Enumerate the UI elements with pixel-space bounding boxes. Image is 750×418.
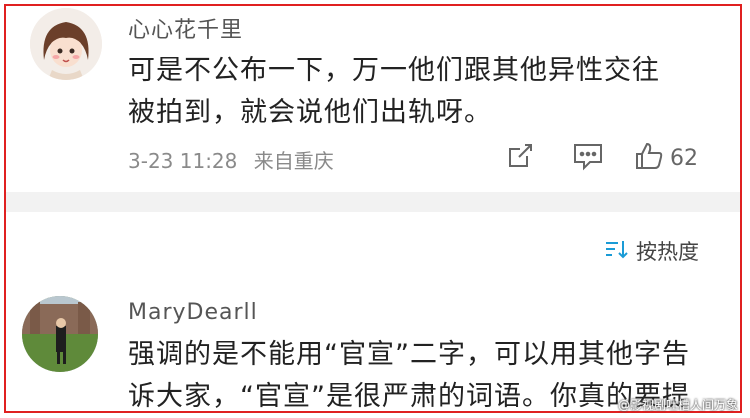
sort-icon: [604, 238, 636, 265]
comment-text-line: 强调的是不能用“官宣”二字，可以用其他字告: [128, 339, 690, 370]
like-button[interactable]: 62: [634, 140, 698, 176]
comment-text-line: 诉大家，“官宣”是很严肃的词语。你真的要提: [128, 381, 690, 412]
watermark-text: @影视剧吐槽人间万象: [617, 398, 738, 412]
comment-text: 强调的是不能用“官宣”二字，可以用其他字告 诉大家，“官宣”是很严肃的词语。你真…: [128, 334, 690, 418]
comment-text: 可是不公布一下，万一他们跟其他异性交往 被拍到，就会说他们出轨呀。: [128, 50, 660, 134]
share-button[interactable]: [505, 140, 535, 176]
sort-toggle[interactable]: 按热度: [604, 236, 699, 266]
comment-username[interactable]: 心心花千里: [128, 12, 243, 44]
avatar[interactable]: [22, 296, 98, 372]
share-icon: [505, 141, 535, 175]
thumbs-up-icon: [634, 141, 664, 175]
comment-text-line: 被拍到，就会说他们出轨呀。: [128, 97, 492, 128]
like-count: 62: [670, 145, 698, 171]
comment-location: 来自重庆: [253, 149, 334, 173]
sort-label: 按热度: [636, 240, 699, 264]
comment-icon: [572, 141, 604, 175]
comment-username[interactable]: MaryDearll: [128, 300, 258, 325]
comment-date: 3-23 11:28: [128, 149, 238, 173]
comment-text-line: 可是不公布一下，万一他们跟其他异性交往: [128, 55, 660, 86]
avatar[interactable]: [30, 8, 102, 80]
comment-button[interactable]: [572, 140, 604, 176]
comment-meta: 3-23 11:28 来自重庆: [128, 145, 344, 174]
section-divider: [6, 192, 740, 212]
